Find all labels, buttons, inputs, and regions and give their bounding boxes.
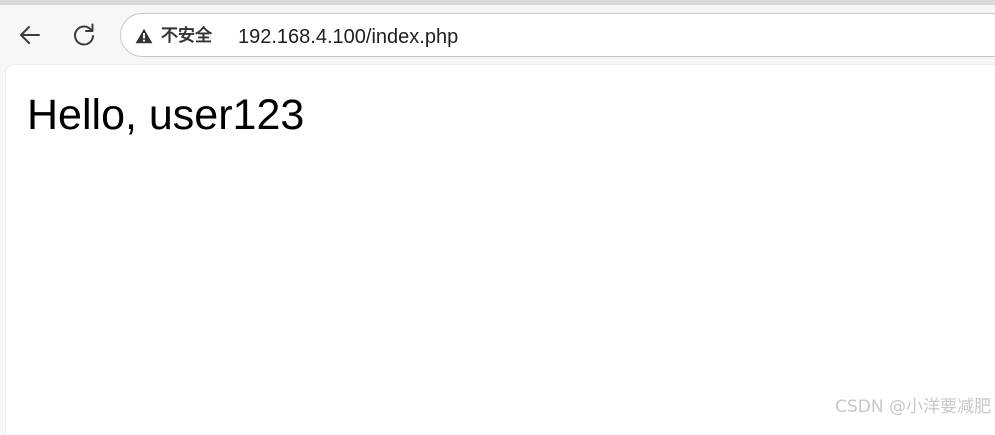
warning-triangle-icon	[135, 28, 153, 44]
url-text[interactable]: 192.168.4.100/index.php	[238, 25, 458, 49]
reload-button[interactable]	[66, 17, 102, 53]
security-label: 不安全	[161, 24, 212, 48]
browser-toolbar: 不安全 192.168.4.100/index.php	[0, 5, 995, 63]
csdn-watermark: CSDN @小洋要减肥	[835, 392, 991, 417]
back-button[interactable]	[12, 17, 48, 53]
reload-icon	[70, 21, 98, 49]
arrow-left-icon	[17, 22, 43, 48]
address-bar[interactable]: 不安全 192.168.4.100/index.php	[120, 13, 995, 57]
greeting-heading: Hello, user123	[27, 89, 304, 141]
site-security-chip[interactable]: 不安全	[135, 24, 212, 48]
page-viewport: Hello, user123	[6, 65, 995, 435]
